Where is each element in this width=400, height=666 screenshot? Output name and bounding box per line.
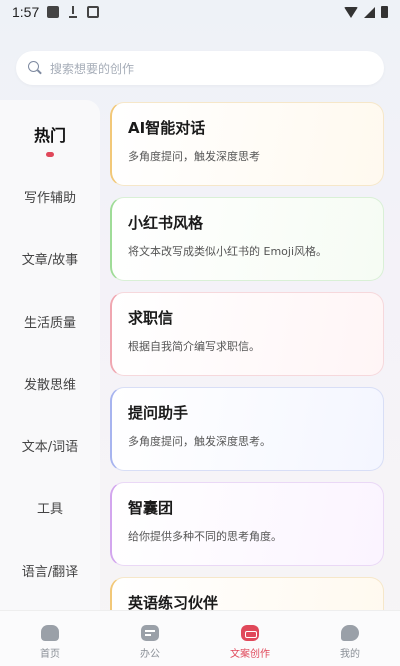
wifi-icon	[344, 6, 358, 18]
sidebar-item-articles[interactable]: 文章/故事	[0, 249, 100, 268]
sidebar-item-text-words[interactable]: 文本/词语	[0, 436, 100, 455]
nav-label: 文案创作	[230, 649, 270, 660]
notification-square-icon	[47, 6, 60, 18]
nav-office[interactable]: 办公	[100, 611, 200, 666]
sidebar-item-divergent-thinking[interactable]: 发散思维	[0, 374, 100, 393]
search-input[interactable]: 搜索想要的创作	[16, 51, 384, 85]
active-indicator	[46, 152, 54, 157]
card-description: 根据自我简介编写求职信。	[128, 340, 260, 353]
sidebar-item-writing-assist[interactable]: 写作辅助	[0, 187, 100, 206]
search-icon	[28, 61, 42, 75]
card-title: 提问助手	[128, 404, 189, 422]
sidebar-item-tools[interactable]: 工具	[0, 498, 100, 517]
nav-label: 首页	[40, 649, 60, 660]
card-title: 小红书风格	[128, 214, 204, 232]
signal-icon	[364, 6, 375, 18]
card-xiaohongshu-style[interactable]: 小红书风格 将文本改写成类似小红书的 Emoji风格。	[110, 197, 384, 281]
card-description: 给你提供多种不同的思考角度。	[128, 530, 282, 543]
card-title: 智囊团	[128, 499, 174, 517]
card-description: 多角度提问，触发深度思考	[128, 150, 260, 163]
copywriting-icon	[241, 625, 259, 641]
home-icon	[41, 625, 59, 641]
sidebar-item-hot[interactable]: 热门	[0, 122, 100, 146]
nav-label: 我的	[340, 649, 360, 660]
card-description: 多角度提问，触发深度思考。	[128, 435, 271, 448]
nav-home[interactable]: 首页	[0, 611, 100, 666]
app-notification-icon	[87, 6, 100, 18]
search-placeholder: 搜索想要的创作	[50, 61, 135, 76]
status-time: 1:57	[12, 4, 40, 20]
card-think-tank[interactable]: 智囊团 给你提供多种不同的思考角度。	[110, 482, 384, 566]
battery-icon	[381, 6, 388, 18]
category-sidebar: 热门 写作辅助 文章/故事 生活质量 发散思维 文本/词语 工具 语言/翻译	[0, 100, 100, 610]
sidebar-item-life-quality[interactable]: 生活质量	[0, 312, 100, 331]
nav-label: 办公	[140, 649, 160, 660]
card-description: 将文本改写成类似小红书的 Emoji风格。	[128, 245, 328, 258]
card-title: 求职信	[128, 309, 174, 327]
card-question-assistant[interactable]: 提问助手 多角度提问，触发深度思考。	[110, 387, 384, 471]
status-bar: 1:57	[0, 0, 400, 24]
nav-copywriting[interactable]: 文案创作	[200, 611, 300, 666]
profile-icon	[341, 625, 359, 641]
card-ai-chat[interactable]: AI智能对话 多角度提问，触发深度思考	[110, 102, 384, 186]
card-cover-letter[interactable]: 求职信 根据自我简介编写求职信。	[110, 292, 384, 376]
bottom-navigation: 首页 办公 文案创作 我的	[0, 610, 400, 666]
office-icon	[141, 625, 159, 641]
download-icon	[67, 6, 79, 18]
card-title: AI智能对话	[128, 119, 206, 137]
nav-profile[interactable]: 我的	[300, 611, 400, 666]
sidebar-item-language[interactable]: 语言/翻译	[0, 561, 100, 580]
